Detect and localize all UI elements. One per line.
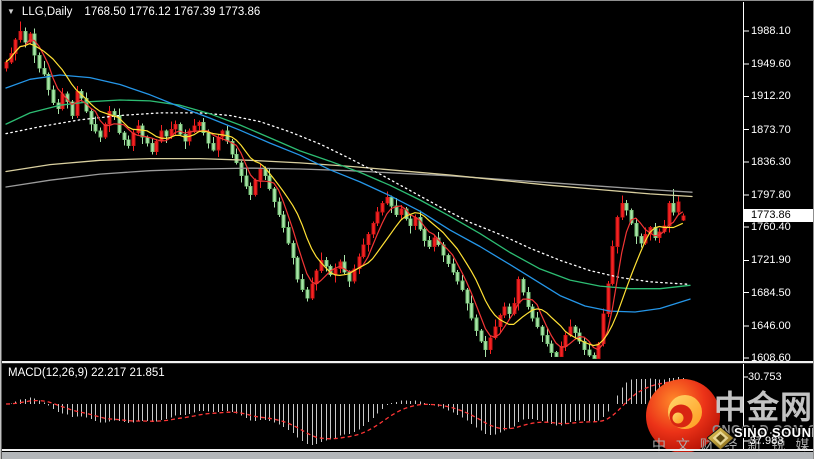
mt4-chart-window: ▼ LLG,Daily 1768.50 1776.12 1767.39 1773.8… <box>0 0 814 459</box>
window-left-frame-inner <box>1 0 2 459</box>
macd-panel-bottom-border <box>0 449 814 451</box>
chart-plot-area[interactable] <box>3 14 742 360</box>
price-axis[interactable] <box>744 2 814 449</box>
panel-splitter-shadow <box>0 363 814 364</box>
window-bottom-frame <box>0 452 814 459</box>
macd-plot-area[interactable] <box>3 365 742 449</box>
window-top-frame <box>0 0 814 1</box>
